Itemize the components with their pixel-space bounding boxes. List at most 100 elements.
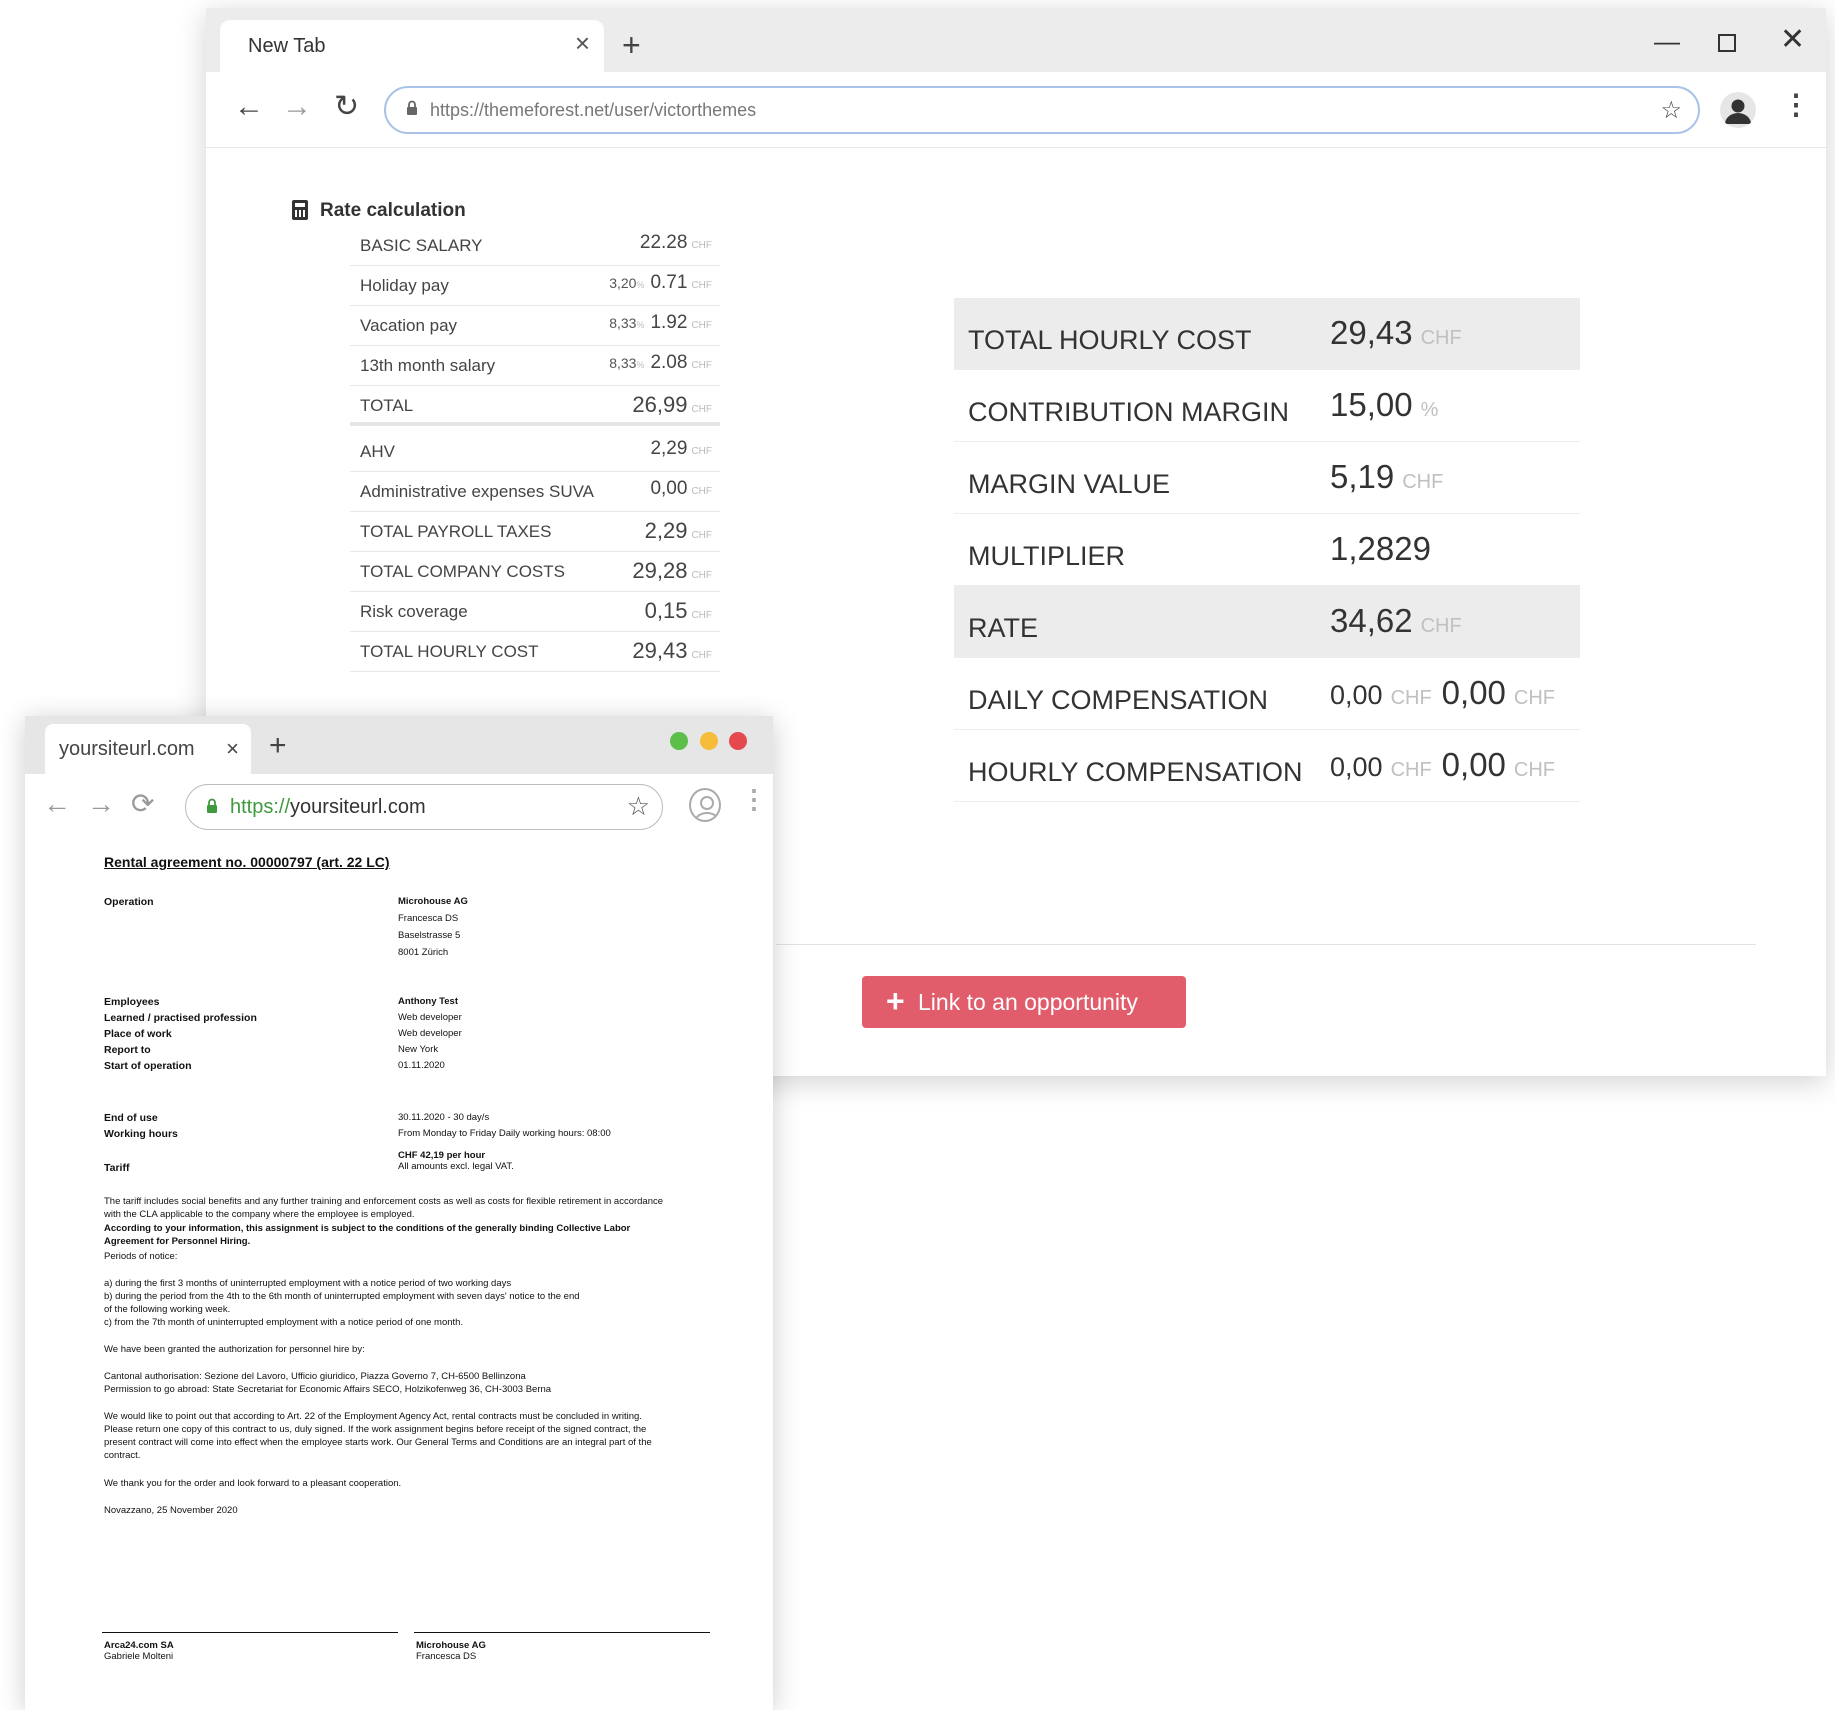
url-scheme: https:// [230,796,291,818]
operation-city: 8001 Zürich [398,947,449,958]
new-tab-icon[interactable]: + [269,731,287,761]
tab-yoursiteurl[interactable]: yoursiteurl.com × [45,724,251,774]
rate-row-value-group: 29,28 CHF [632,558,712,584]
summary-label: TOTAL HOURLY COST [968,325,1252,355]
divider [776,944,1756,945]
calculator-icon [292,200,308,220]
rate-row-value-group: 0,15 CHF [645,598,712,624]
summary-row: MULTIPLIER 1,2829 [954,514,1580,586]
rate-row-percent: 8,33 [609,355,637,371]
bookmark-star-icon[interactable]: ☆ [627,791,650,822]
address-bar[interactable]: https://yoursiteurl.com ☆ [185,784,663,830]
rate-row-value-group: 8,33% 1.92 CHF [609,312,712,334]
bookmark-star-icon[interactable]: ☆ [1660,96,1682,125]
paragraph-tariff: The tariff includes social benefits and … [104,1196,664,1220]
profile-avatar-icon[interactable] [1720,92,1756,128]
rate-row-value-group: 2,29 CHF [650,438,712,460]
profile-avatar-icon[interactable] [689,788,721,822]
link-to-opportunity-button[interactable]: + Link to an opportunity [862,976,1186,1028]
summary-values: 0,00 CHF 0,00 CHF [1330,746,1565,784]
rate-row: Risk coverage 0,15 CHF [350,590,720,632]
close-tab-icon[interactable]: × [226,736,239,762]
rate-row-value: 0,15 [644,598,688,623]
rate-row-label: TOTAL COMPANY COSTS [360,562,565,581]
minimize-icon[interactable]: — [1654,26,1680,57]
traffic-light-yellow[interactable] [700,732,718,750]
back-arrow-icon[interactable]: ← [43,790,71,818]
summary-row: RATE 34,62 CHF [954,586,1580,658]
rate-row: TOTAL PAYROLL TAXES 2,29 CHF [350,510,720,552]
traffic-light-green[interactable] [670,732,688,750]
tab-new-tab[interactable]: New Tab × [220,20,604,72]
summary-value-a: 0,00 [1330,752,1383,782]
address-url: https://yoursiteurl.com [230,796,426,819]
signature-left-person: Gabriele Molteni [104,1651,174,1662]
rate-row: TOTAL 26,99 CHF [350,384,720,426]
rate-row-value: 29,28 [632,558,688,583]
signature-line-right [414,1632,710,1633]
notice-line-b: b) during the period from the 4th to the… [104,1291,580,1302]
close-tab-icon[interactable]: × [575,30,590,56]
currency-label: CHF [691,486,712,497]
rate-row-value: 0.71 [650,272,688,293]
rate-row-value: 1.92 [650,312,688,333]
rate-row: 13th month salary 8,33% 2.08 CHF [350,344,720,386]
currency-label: CHF [691,610,712,621]
tab-title: New Tab [248,35,326,57]
traffic-light-red[interactable] [729,732,747,750]
place-date: Novazzano, 25 November 2020 [104,1505,238,1516]
back-arrow-icon[interactable]: ← [234,92,264,122]
rental-agreement-document: Rental agreement no. 00000797 (art. 22 L… [25,838,773,1710]
address-bar[interactable]: https://themeforest.net/user/victortheme… [384,86,1700,134]
rate-row-value-group: 26,99 CHF [632,392,712,418]
browser-toolbar: ← → ⟳ https://yoursiteurl.com ☆ ⋮ [25,774,773,838]
rate-row: BASIC SALARY 22.28 CHF [350,224,720,266]
paragraph-notice-heading: Periods of notice: [104,1251,178,1262]
rate-row-value: 2,29 [650,438,688,459]
operation-contact: Francesca DS [398,913,459,924]
rate-row-percent: 8,33 [609,315,637,331]
field-label: Learned / practised profession [104,1012,257,1024]
summary-row: DAILY COMPENSATION 0,00 CHF 0,00 CHF [954,658,1580,730]
paragraph-contract: We would like to point out that accordin… [104,1411,652,1461]
rate-row-value: 2,29 [644,518,688,543]
rate-row-label: BASIC SALARY [360,236,483,255]
plus-icon: + [886,983,905,1019]
tab-strip: New Tab × + — ✕ [206,8,1826,72]
menu-kebab-icon[interactable]: ⋮ [1782,88,1810,121]
operation-street: Baselstrasse 5 [398,930,461,941]
field-value: New York [398,1044,439,1055]
rate-row: Administrative expenses SUVA 0,00 CHF [350,470,720,512]
auth-line-abroad: Permission to go abroad: State Secretari… [104,1384,552,1395]
signature-right-person: Francesca DS [416,1651,477,1662]
rate-row: TOTAL HOURLY COST 29,43 CHF [350,630,720,672]
menu-kebab-icon[interactable]: ⋮ [741,784,767,815]
tariff-label: Tariff [104,1162,130,1174]
currency-label: CHF [691,320,712,331]
rate-row-label: TOTAL PAYROLL TAXES [360,522,552,541]
field-value: From Monday to Friday Daily working hour… [398,1128,611,1139]
summary-value: 15,00 [1330,386,1413,423]
forward-arrow-icon[interactable]: → [87,790,115,818]
summary-unit: CHF [1420,327,1462,349]
rate-row-value: 0,00 [650,478,688,499]
reload-icon[interactable]: ↻ [334,92,359,122]
url-host: yoursiteurl.com [290,796,426,818]
maximize-icon[interactable] [1718,28,1736,59]
percent-sign: % [636,280,645,290]
summary-value-b: 0,00 [1441,746,1506,783]
field-value: 01.11.2020 [398,1060,445,1071]
forward-arrow-icon[interactable]: → [282,92,312,122]
field-value: Anthony Test [398,996,458,1007]
new-tab-icon[interactable]: + [622,29,641,61]
rate-row: AHV 2,29 CHF [350,430,720,472]
percent-sign: % [636,320,645,330]
percent-sign: % [636,360,645,370]
summary-row: TOTAL HOURLY COST 29,43 CHF [954,298,1580,370]
field-label: Working hours [104,1128,178,1140]
rate-row: Vacation pay 8,33% 1.92 CHF [350,304,720,346]
rate-row-value: 22.28 [639,232,688,253]
close-window-icon[interactable]: ✕ [1780,22,1805,57]
tab-title: yoursiteurl.com [59,738,195,760]
reload-icon[interactable]: ⟳ [131,790,154,818]
